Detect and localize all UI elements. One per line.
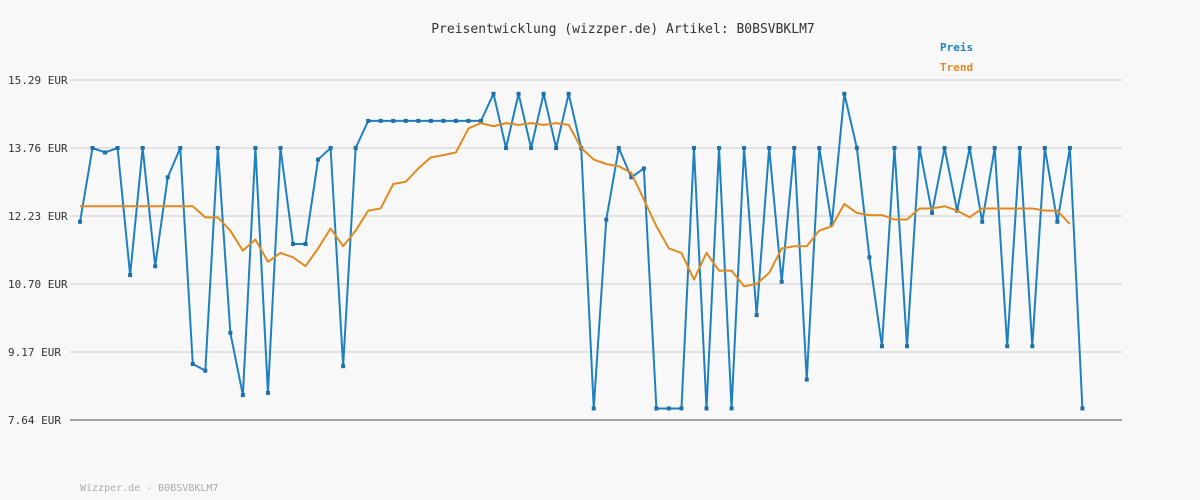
data-point	[666, 406, 671, 411]
data-point	[566, 91, 571, 96]
data-point	[391, 118, 396, 123]
y-tick-label: 9.17 EUR	[8, 346, 61, 359]
data-point	[215, 146, 220, 150]
data-point	[729, 406, 734, 411]
data-point	[1005, 344, 1010, 349]
data-point	[917, 146, 922, 150]
data-point	[591, 406, 596, 411]
data-point	[416, 118, 421, 123]
data-point	[228, 330, 233, 335]
data-point	[165, 175, 170, 180]
footer-text: Wizzper.de - B0BSVBKLM7	[80, 483, 218, 494]
data-point	[203, 368, 208, 373]
data-point	[616, 146, 621, 150]
data-point	[428, 118, 433, 123]
data-point	[691, 146, 696, 150]
data-point	[867, 255, 872, 260]
data-point	[554, 146, 559, 150]
data-point	[654, 406, 659, 411]
y-tick-label: 12.23 EUR	[8, 210, 68, 223]
data-point	[541, 91, 546, 96]
legend-entry-preis: Preis	[940, 41, 973, 54]
data-point	[879, 344, 884, 349]
data-point	[1080, 406, 1085, 411]
data-point	[303, 242, 308, 246]
data-point	[366, 118, 371, 123]
data-point	[641, 166, 646, 171]
data-point	[453, 118, 458, 123]
y-tick-label: 13.76 EUR	[8, 142, 68, 155]
data-point	[378, 118, 383, 123]
data-point	[504, 146, 509, 150]
data-point	[466, 118, 471, 123]
legend-entry-trend: Trend	[940, 61, 973, 74]
data-point	[717, 146, 722, 150]
data-point	[341, 364, 346, 369]
data-point	[904, 344, 909, 349]
y-tick-label: 7.64 EUR	[8, 414, 61, 427]
data-point	[190, 362, 195, 366]
data-point	[980, 219, 985, 224]
data-point	[942, 146, 947, 150]
data-point	[1017, 146, 1022, 150]
data-point	[892, 146, 897, 150]
series-line-preis	[79, 92, 1084, 410]
data-point	[1030, 344, 1035, 349]
y-tick-label: 15.29 EUR	[8, 74, 68, 87]
data-point	[992, 146, 997, 150]
data-point	[529, 146, 534, 150]
data-point	[328, 146, 333, 150]
chart-title: Preisentwicklung (wizzper.de) Artikel: B…	[431, 22, 815, 37]
data-point	[240, 393, 245, 398]
data-point	[78, 219, 82, 224]
data-point	[1067, 146, 1072, 150]
data-point	[115, 146, 120, 150]
data-point	[265, 390, 270, 395]
data-point	[754, 313, 759, 318]
data-point	[1055, 219, 1060, 224]
data-point	[817, 146, 822, 150]
price-chart: Preisentwicklung (wizzper.de) Artikel: B…	[8, 22, 1122, 494]
data-point	[779, 279, 784, 284]
data-point	[353, 146, 358, 150]
data-point	[90, 146, 95, 150]
data-point	[153, 264, 158, 269]
data-point	[491, 91, 496, 96]
data-point	[1042, 146, 1047, 150]
data-point	[403, 118, 408, 123]
data-point	[704, 406, 709, 411]
series-group	[78, 91, 1085, 411]
data-point	[967, 146, 972, 150]
data-point	[804, 377, 809, 382]
data-point	[253, 146, 258, 150]
data-point	[316, 157, 321, 162]
data-point	[792, 146, 797, 150]
data-point	[604, 217, 609, 222]
data-point	[291, 242, 296, 246]
data-point	[441, 118, 446, 123]
data-point	[140, 146, 145, 150]
data-point	[103, 150, 108, 155]
data-point	[767, 146, 772, 150]
data-point	[278, 146, 283, 150]
data-point	[854, 146, 859, 150]
y-tick-label: 10.70 EUR	[8, 278, 68, 291]
data-point	[842, 91, 847, 96]
data-point	[930, 210, 935, 215]
data-point	[178, 146, 183, 150]
data-point	[679, 406, 684, 411]
y-axis-ticks: 15.29 EUR 13.76 EUR 12.23 EUR 10.70 EUR 9.17…	[8, 74, 68, 427]
data-point	[516, 91, 521, 96]
data-point	[742, 146, 747, 150]
data-point	[128, 273, 133, 278]
